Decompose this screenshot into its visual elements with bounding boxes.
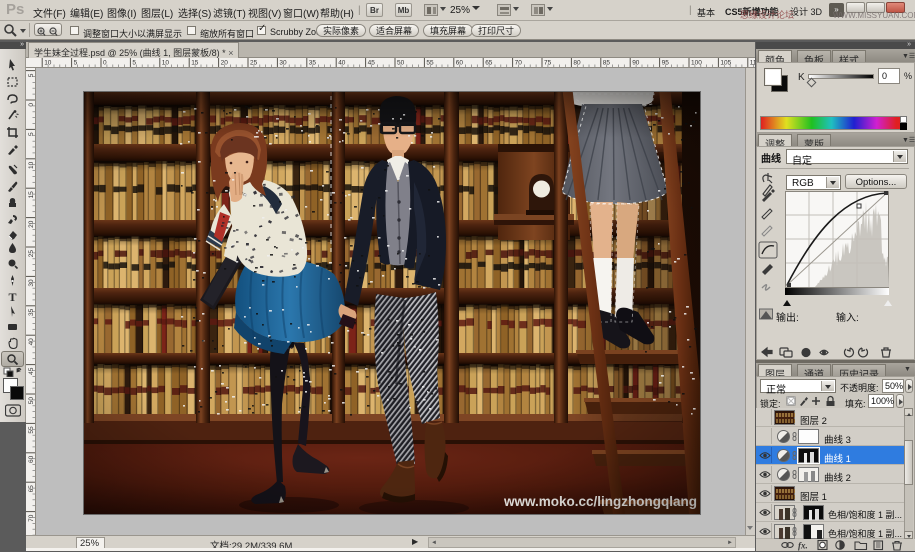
svg-text:55: 55 bbox=[28, 426, 35, 434]
svg-text:70: 70 bbox=[28, 514, 35, 522]
svg-text:110: 110 bbox=[750, 60, 755, 67]
svg-text:40: 40 bbox=[28, 338, 35, 346]
svg-text:0: 0 bbox=[103, 60, 107, 67]
svg-text:30: 30 bbox=[28, 279, 35, 287]
svg-text:25: 25 bbox=[28, 250, 35, 258]
svg-text:10: 10 bbox=[28, 161, 35, 169]
svg-text:15: 15 bbox=[28, 191, 35, 199]
svg-text:45: 45 bbox=[28, 367, 35, 375]
svg-text:60: 60 bbox=[28, 455, 35, 463]
svg-text:T: T bbox=[9, 290, 17, 303]
svg-text:50: 50 bbox=[28, 397, 35, 405]
svg-text:20: 20 bbox=[28, 220, 35, 228]
svg-text:65: 65 bbox=[28, 485, 35, 493]
svg-text:35: 35 bbox=[28, 308, 35, 316]
svg-text:5: 5 bbox=[74, 60, 78, 67]
svg-text:fx.: fx. bbox=[798, 541, 808, 551]
svg-text:5: 5 bbox=[132, 60, 136, 67]
